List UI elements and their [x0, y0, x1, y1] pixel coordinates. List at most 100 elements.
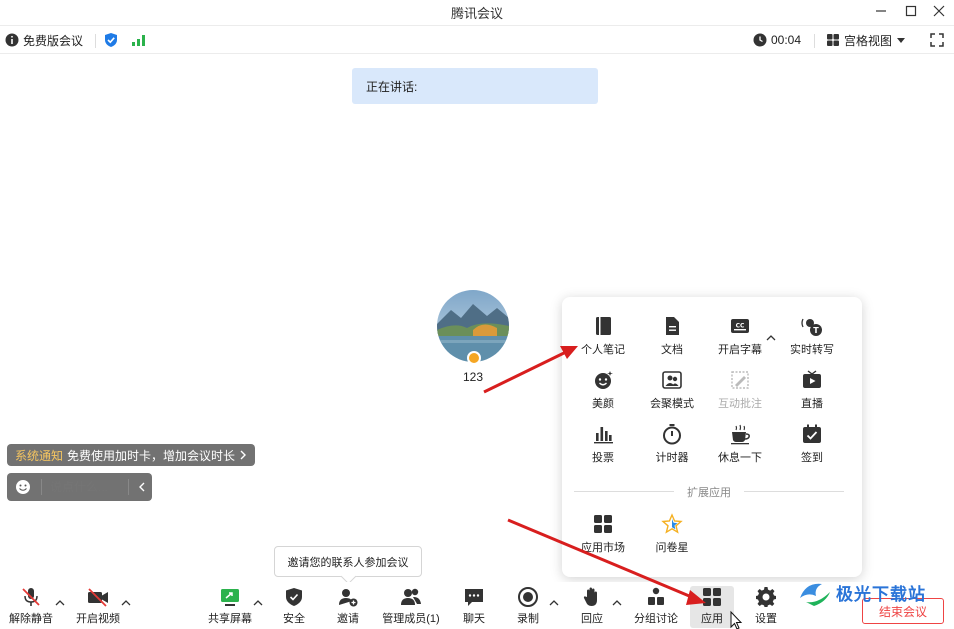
together-mode-icon	[662, 371, 682, 389]
subtitle-options-caret[interactable]	[766, 331, 776, 345]
system-notice[interactable]: 系统通知 免费使用加时卡，增加会议时长	[7, 444, 256, 466]
audio-options-caret-icon[interactable]	[55, 599, 65, 607]
watermark-logo-icon	[800, 583, 830, 606]
share-screen-button[interactable]: 共享屏幕	[204, 586, 256, 628]
window-title: 腾讯会议	[450, 6, 503, 21]
signal-icon	[132, 35, 145, 46]
app-docs[interactable]: 文档	[642, 315, 702, 367]
app-personal-notes[interactable]: 个人笔记	[573, 315, 633, 367]
extensions-label: 扩展应用	[687, 487, 731, 499]
svg-text:CC: CC	[736, 323, 745, 330]
shield-icon	[286, 588, 302, 606]
breakout-rooms-button[interactable]: 分组讨论	[630, 586, 682, 628]
shield-check-icon	[105, 33, 117, 47]
share-options-caret-icon[interactable]	[253, 599, 263, 607]
watermark-logo: 极光下载站	[796, 578, 952, 608]
react-options-caret-icon[interactable]	[612, 599, 622, 607]
svg-text:T: T	[813, 326, 819, 335]
app-interactive-annotation[interactable]: 互动批注	[710, 369, 770, 421]
maximize-button[interactable]	[896, 1, 926, 21]
info-icon	[5, 33, 19, 47]
notice-text: 免费使用加时卡，增加会议时长	[67, 448, 236, 463]
meeting-timer: 00:04	[753, 26, 801, 54]
start-video-button[interactable]: 开启视频	[72, 586, 124, 628]
app-live-transcription[interactable]: T 实时转写	[782, 315, 842, 367]
cc-subtitle-icon: CC	[731, 319, 749, 333]
record-button[interactable]: 录制	[508, 586, 548, 628]
app-together-mode[interactable]: 会聚模式	[642, 369, 702, 421]
mic-muted-icon	[22, 588, 40, 606]
breakout-icon	[648, 587, 664, 605]
chat-bar	[7, 473, 152, 501]
chevron-right-icon	[240, 450, 247, 460]
free-meeting-info[interactable]: 免费版会议	[5, 26, 83, 54]
record-icon	[518, 587, 538, 607]
apps-button[interactable]: 应用	[690, 586, 734, 628]
document-icon	[666, 317, 679, 335]
close-button[interactable]	[924, 1, 954, 21]
notice-tag: 系统通知	[15, 448, 64, 463]
view-mode-dropdown[interactable]: 宫格视图	[826, 26, 906, 54]
beauty-face-icon	[595, 371, 613, 389]
meeting-toolbar: 免费版会议 00:04 宫格视图	[0, 25, 954, 54]
maximize-icon	[905, 5, 917, 17]
camera-off-icon	[88, 588, 108, 607]
invite-tooltip: 邀请您的联系人参加会议	[274, 546, 422, 577]
active-speaker-bar: 正在讲话:	[352, 68, 598, 104]
fullscreen-button[interactable]	[930, 26, 944, 54]
title-bar: 腾讯会议	[0, 0, 954, 24]
app-beauty[interactable]: 美颜	[573, 369, 633, 421]
app-livestream[interactable]: 直播	[782, 369, 842, 421]
notebook-icon	[596, 317, 611, 335]
chat-button[interactable]: 聊天	[454, 586, 494, 628]
app-market[interactable]: 应用市场	[573, 513, 633, 565]
security-shield[interactable]	[104, 26, 118, 54]
timer-value: 00:04	[771, 33, 802, 47]
app-check-in[interactable]: 签到	[782, 423, 842, 475]
calendar-check-icon	[803, 424, 821, 443]
app-questionnaire-star[interactable]: 问卷星	[642, 513, 702, 565]
view-mode-label: 宫格视图	[844, 33, 893, 48]
video-options-caret-icon[interactable]	[121, 599, 131, 607]
raise-hand-icon	[583, 587, 597, 606]
unmute-button[interactable]: 解除静音	[5, 586, 57, 628]
extensions-divider: 扩展应用	[574, 487, 844, 499]
stopwatch-icon	[663, 424, 681, 445]
grid-view-icon	[827, 34, 839, 46]
free-meeting-label: 免费版会议	[23, 33, 84, 48]
annotation-icon	[731, 371, 749, 389]
security-button[interactable]: 安全	[274, 586, 314, 628]
collapse-chevron-icon[interactable]	[137, 481, 147, 493]
members-icon	[401, 588, 421, 605]
livestream-icon	[803, 370, 821, 388]
emoji-icon[interactable]	[7, 473, 37, 501]
record-options-caret-icon[interactable]	[549, 599, 559, 607]
coffee-cup-icon	[731, 424, 750, 445]
add-user-icon	[339, 589, 358, 607]
network-signal[interactable]	[131, 26, 147, 54]
app-take-break[interactable]: 休息一下	[710, 423, 770, 475]
chat-input[interactable]	[50, 480, 120, 494]
caret-down-icon	[897, 38, 906, 43]
speaker-label: 正在讲话:	[366, 80, 418, 94]
close-icon	[933, 5, 945, 17]
minimize-button[interactable]	[866, 1, 896, 21]
settings-button[interactable]: 设置	[746, 586, 786, 628]
apps-panel: 个人笔记 文档 CC 开启字幕 T 实时转写 美颜 会聚模式 互动批注 直播 投…	[562, 297, 862, 577]
react-button[interactable]: 回应	[572, 586, 612, 628]
host-badge-icon	[467, 351, 481, 365]
app-subtitles[interactable]: CC 开启字幕	[710, 315, 770, 367]
watermark-text: 极光下载站	[836, 585, 926, 604]
minimize-icon	[876, 10, 886, 12]
chat-bubble-icon	[465, 589, 483, 606]
app-vote[interactable]: 投票	[573, 423, 633, 475]
app-market-icon	[594, 515, 612, 533]
share-screen-icon	[221, 589, 239, 606]
bar-chart-icon	[594, 427, 613, 444]
clock-icon	[753, 33, 767, 47]
chevron-up-icon	[766, 335, 776, 341]
invite-button[interactable]: 邀请	[328, 586, 368, 628]
transcription-icon: T	[801, 318, 822, 336]
app-timer[interactable]: 计时器	[642, 423, 702, 475]
manage-members-button[interactable]: 管理成员(1)	[378, 586, 444, 628]
